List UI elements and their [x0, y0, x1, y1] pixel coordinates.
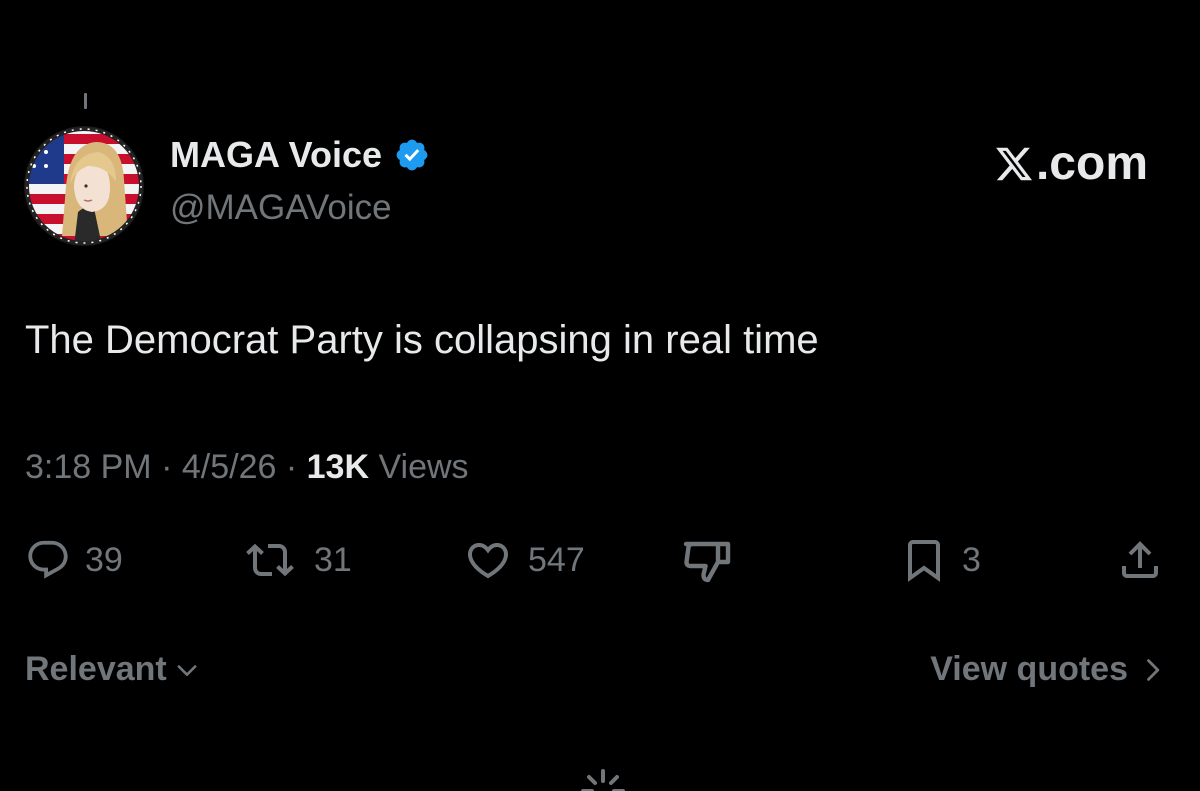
views-label: Views: [378, 448, 469, 486]
view-quotes-link[interactable]: View quotes: [930, 650, 1166, 689]
tweet-text: The Democrat Party is collapsing in real…: [25, 318, 819, 362]
reply-icon: [28, 540, 68, 579]
view-quotes-label: View quotes: [930, 650, 1128, 688]
like-button[interactable]: 547: [462, 536, 585, 584]
reply-count: 39: [85, 540, 123, 579]
reply-button[interactable]: 39: [25, 536, 123, 584]
verified-badge-icon: [396, 139, 428, 171]
thread-connector-line: [84, 93, 87, 109]
meta-separator: ·: [161, 448, 173, 486]
tweet-date[interactable]: 4/5/26: [182, 448, 277, 486]
avatar-woman-flag-icon: [24, 126, 144, 246]
heart-icon: [467, 543, 509, 579]
loading-spinner-icon: [580, 768, 626, 791]
retweet-count: 31: [314, 540, 352, 579]
retweet-icon: [246, 543, 294, 577]
thumbs-down-icon: [683, 541, 731, 583]
chevron-down-icon: [177, 664, 197, 676]
chevron-right-icon: [1147, 658, 1160, 681]
bookmark-count: 3: [962, 540, 981, 579]
share-button[interactable]: [1116, 536, 1164, 584]
meta-separator: ·: [285, 448, 298, 486]
tweet-time[interactable]: 3:18 PM: [25, 448, 152, 486]
tweet-meta: 3:18 PM · 4/5/26 · 13K Views: [25, 448, 469, 487]
bookmark-icon: [908, 540, 940, 582]
watermark-text: .com: [1035, 137, 1148, 190]
author-display-name[interactable]: MAGA Voice: [170, 134, 430, 176]
share-icon: [1122, 541, 1158, 578]
x-logo-icon: [996, 147, 1033, 180]
downvote-button[interactable]: [680, 536, 736, 584]
author-handle[interactable]: @MAGAVoice: [170, 188, 392, 228]
like-count: 547: [528, 540, 585, 579]
retweet-button[interactable]: 31: [240, 536, 352, 584]
views-count: 13K: [306, 448, 369, 486]
sort-replies-dropdown[interactable]: Relevant: [25, 650, 201, 689]
author-avatar[interactable]: [24, 126, 144, 246]
x-watermark: .com: [994, 136, 1148, 191]
author-name-text[interactable]: MAGA Voice: [170, 134, 382, 176]
sort-label: Relevant: [25, 650, 167, 688]
bookmark-button[interactable]: 3: [900, 536, 981, 584]
